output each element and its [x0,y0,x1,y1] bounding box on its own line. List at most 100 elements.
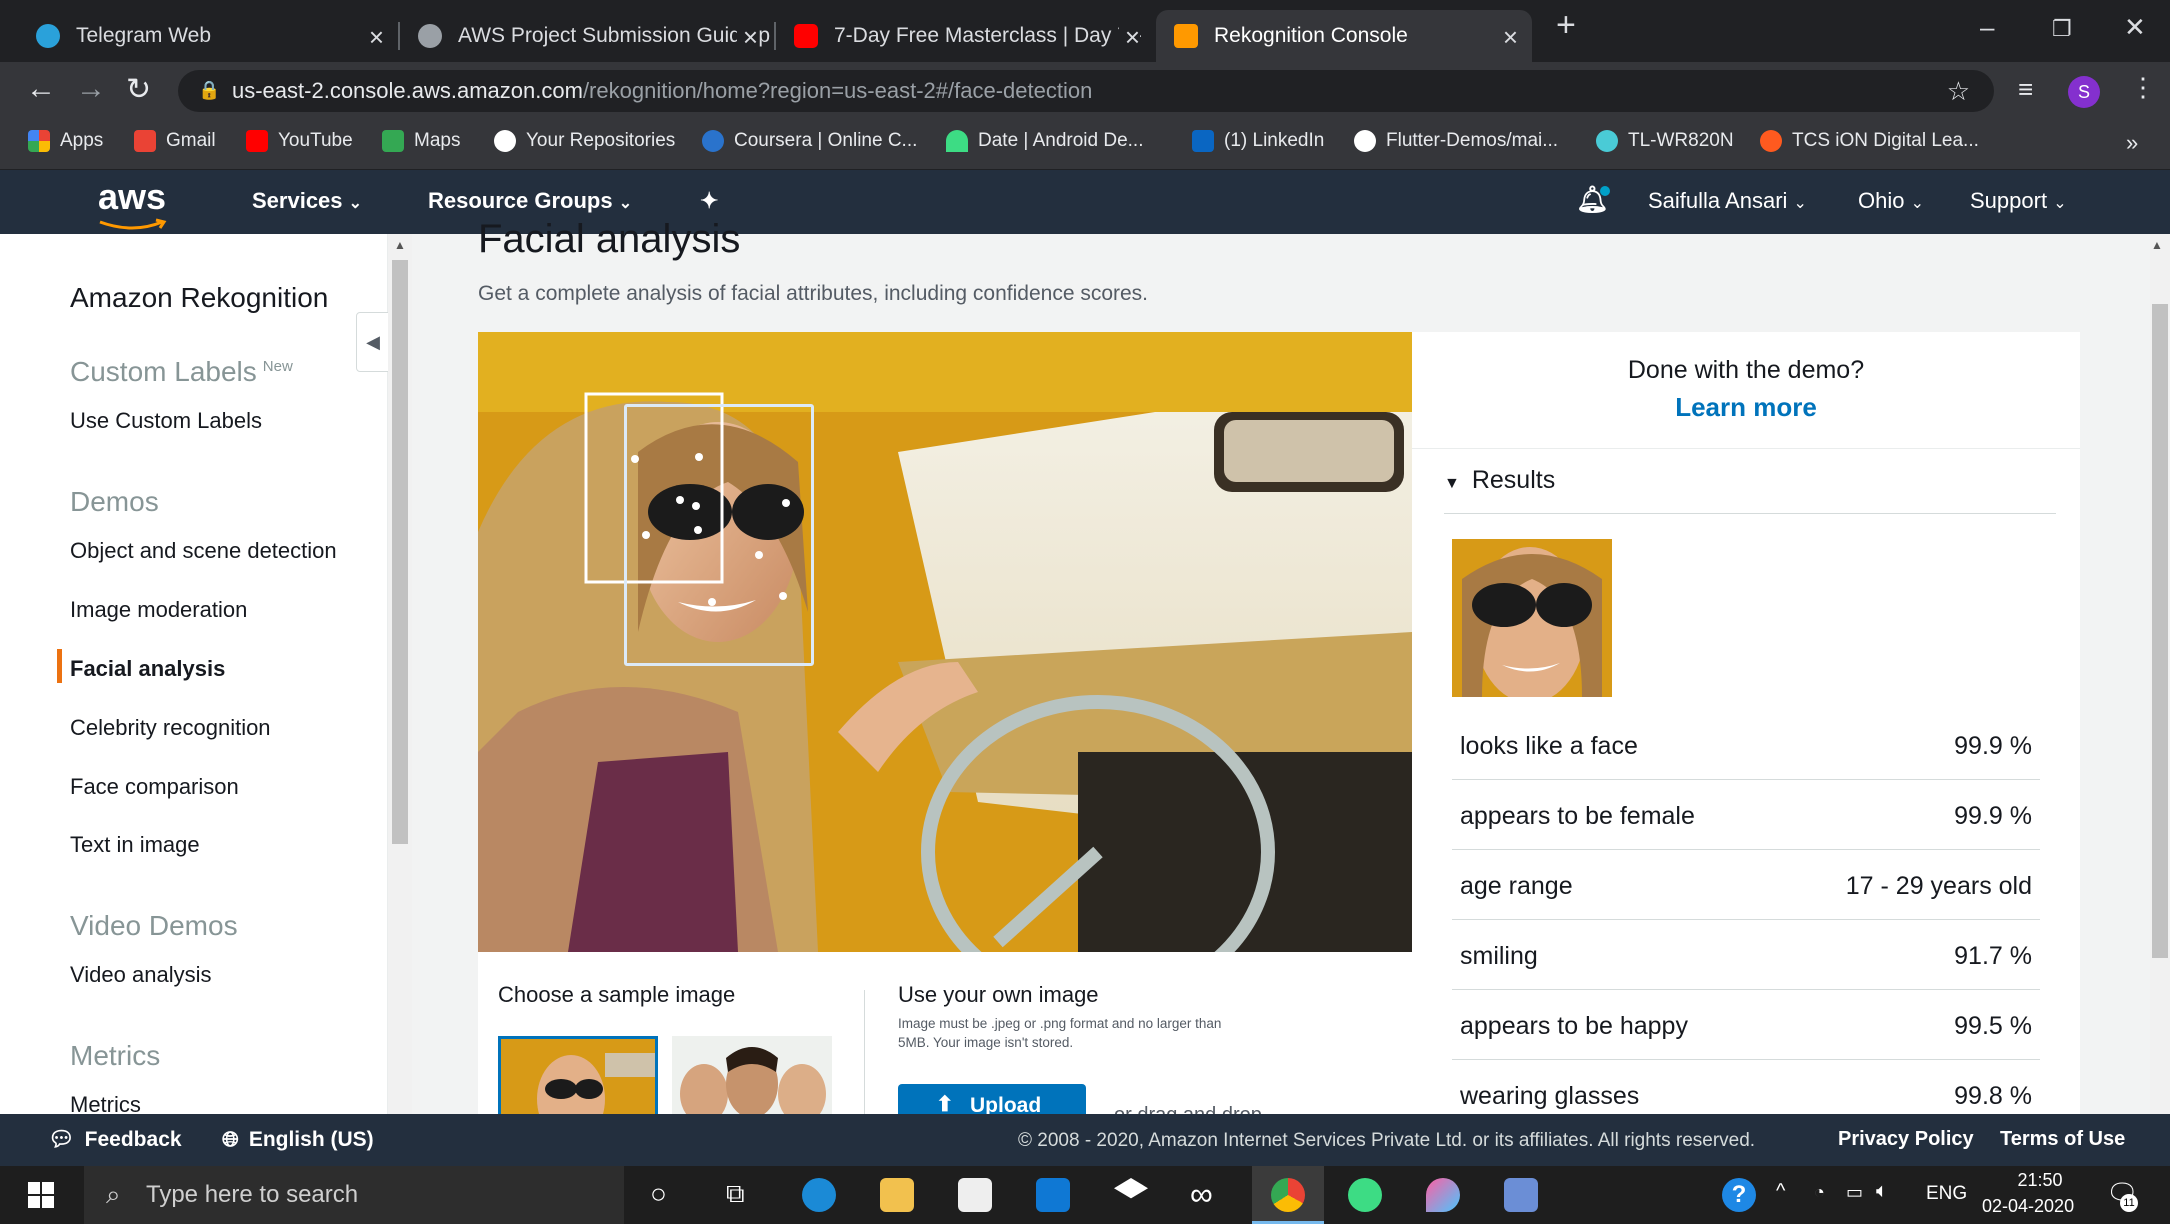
sidebar-item-metrics[interactable]: Metrics [70,1092,141,1114]
paint-icon[interactable] [1426,1178,1460,1212]
tab-masterclass[interactable]: 7-Day Free Masterclass | Day 7 - × [776,10,1154,62]
aws-smile-icon [99,218,167,230]
privacy-policy-link[interactable]: Privacy Policy [1838,1128,1974,1151]
android-studio-icon[interactable] [1348,1178,1382,1212]
edge-icon[interactable] [802,1178,836,1212]
new-tab-button[interactable]: + [1556,6,1576,45]
bookmark-tcs[interactable]: TCS iON Digital Lea... [1760,130,1979,152]
store-icon[interactable] [958,1178,992,1212]
region-menu[interactable]: Ohio ⌄ [1858,188,1924,214]
landmark-nose [755,551,763,559]
tab-rekognition[interactable]: Rekognition Console × [1156,10,1532,62]
menu-icon[interactable]: ⋮ [2130,72,2156,103]
done-demo-text: Done with the demo? [1627,356,1865,384]
sidebar-item-video-analysis[interactable]: Video analysis [70,962,211,988]
scroll-up-icon[interactable]: ▲ [394,238,406,252]
infinity-app-icon[interactable]: ∞ [1190,1176,1213,1213]
sidebar-item-image-moderation[interactable]: Image moderation [70,597,247,623]
use-own-label: Use your own image [898,982,1099,1007]
bell-icon[interactable]: 🔔︎ [1576,184,1610,215]
page-description: Get a complete analysis of facial attrib… [478,282,1149,305]
clock-date[interactable]: 02-04-2020 [1982,1196,2074,1217]
bookmark-youtube[interactable]: YouTube [246,130,353,152]
windows-start-icon[interactable] [28,1182,54,1208]
tab-telegram[interactable]: Telegram Web × [18,10,398,62]
account-menu[interactable]: Saifulla Ansari ⌄ [1648,188,1807,214]
url-bar[interactable]: 🔒 us-east-2.console.aws.amazon.com/rekog… [178,70,1994,112]
close-window-button[interactable]: ✕ [2124,12,2146,43]
support-menu[interactable]: Support ⌄ [1970,188,2067,214]
bookmark-linkedin[interactable]: (1) LinkedIn [1192,130,1324,152]
close-icon[interactable]: × [369,22,384,53]
bookmark-flutter[interactable]: Flutter-Demos/mai... [1354,130,1558,152]
chevron-up-icon[interactable]: ^ [1776,1180,1785,1203]
language-selector[interactable]: 🌐︎ English (US) [222,1128,374,1152]
upload-note: Image must be .jpeg or .png format and n… [898,1016,1222,1050]
sample-image-2[interactable] [672,1036,832,1114]
help-icon[interactable]: ? [1722,1178,1756,1212]
clock-time[interactable]: 21:50 [2000,1170,2080,1191]
close-icon[interactable]: × [1503,22,1518,53]
bookmark-tplink[interactable]: TL-WR820N [1596,130,1734,152]
face-thumbnail [1452,539,1612,697]
minimize-button[interactable]: – [1980,12,1994,43]
maps-icon [382,130,404,152]
sidebar-item-facial-analysis[interactable]: Facial analysis [70,656,225,682]
chrome-taskbar-item[interactable] [1252,1166,1324,1224]
battery-icon[interactable]: ▭ [1846,1182,1863,1203]
task-view-icon[interactable]: ⧉ [726,1178,745,1210]
file-explorer-icon[interactable] [880,1178,914,1212]
volume-icon[interactable]: 🔈︎ [1876,1180,1888,1203]
results-toggle[interactable]: ▼ Results [1444,466,1555,495]
sidebar-item-face-comparison[interactable]: Face comparison [70,774,239,800]
tab-aws-guide[interactable]: AWS Project Submission Guide.p × [400,10,772,62]
dropbox-icon[interactable] [1114,1178,1148,1199]
network-app-icon[interactable] [1504,1178,1538,1212]
language-indicator[interactable]: ENG [1926,1183,1967,1205]
bookmark-repositories[interactable]: Your Repositories [494,130,675,152]
address-bar-row: ← → ↻ 🔒 us-east-2.console.aws.amazon.com… [0,62,2170,120]
wifi-icon[interactable]: ◔ [1814,1182,1825,1203]
mail-icon[interactable] [1036,1178,1070,1212]
sidebar-item-celebrity-recognition[interactable]: Celebrity recognition [70,715,271,741]
sidebar-item-object-detection[interactable]: Object and scene detection [70,538,337,564]
bookmark-apps[interactable]: Apps [28,130,103,152]
scroll-up-icon[interactable]: ▲ [2151,238,2163,252]
bookmark-android[interactable]: Date | Android De... [946,130,1143,152]
close-icon[interactable]: × [1118,22,1140,53]
learn-more-link[interactable]: Learn more [1412,392,2080,423]
back-button[interactable]: ← [26,72,56,106]
terms-of-use-link[interactable]: Terms of Use [2000,1128,2125,1151]
pin-icon[interactable]: ✦ [700,188,718,214]
cortana-icon[interactable]: ○ [650,1178,667,1210]
sidebar-item-text-in-image[interactable]: Text in image [70,832,200,858]
coursera-icon [702,130,724,152]
media-control-icon[interactable]: ≡ [2018,74,2033,105]
restore-button[interactable]: ❐ [2052,16,2072,42]
bookmark-maps[interactable]: Maps [382,130,460,152]
collapse-sidebar-button[interactable]: ◀ [356,312,390,372]
bookmark-gmail[interactable]: Gmail [134,130,216,152]
star-icon[interactable]: ☆ [1947,76,1970,107]
aws-logo[interactable]: aws [98,176,167,230]
face-bounding-box-overlay [624,404,814,666]
close-icon[interactable]: × [736,22,758,53]
forward-button[interactable]: → [76,72,106,106]
search-icon: ⌕ [106,1179,121,1209]
feedback-button[interactable]: 💬︎ Feedback [48,1128,182,1152]
main-scrollbar-thumb[interactable] [2152,304,2168,958]
result-row: age range 17 - 29 years old [1452,850,2040,920]
profile-avatar[interactable]: S [2068,76,2100,108]
bookmarks-bar: Apps Gmail YouTube Maps Your Repositorie… [0,120,2170,170]
resource-groups-menu[interactable]: Resource Groups ⌄ [428,188,632,214]
services-menu[interactable]: Services ⌄ [252,188,362,214]
taskbar-search-input[interactable]: ⌕ Type here to search [84,1166,624,1224]
sample-image-1[interactable] [498,1036,658,1114]
reload-button[interactable]: ↻ [126,72,151,107]
more-bookmarks-button[interactable]: » [2126,130,2138,156]
upload-button[interactable]: ⬆ Upload [898,1084,1086,1114]
sidebar-item-use-custom-labels[interactable]: Use Custom Labels [70,408,262,434]
bookmark-coursera[interactable]: Coursera | Online C... [702,130,917,152]
action-center-icon[interactable]: 🗨︎ 11 [2106,1178,2140,1212]
sidebar-scrollbar-thumb[interactable] [392,260,408,844]
